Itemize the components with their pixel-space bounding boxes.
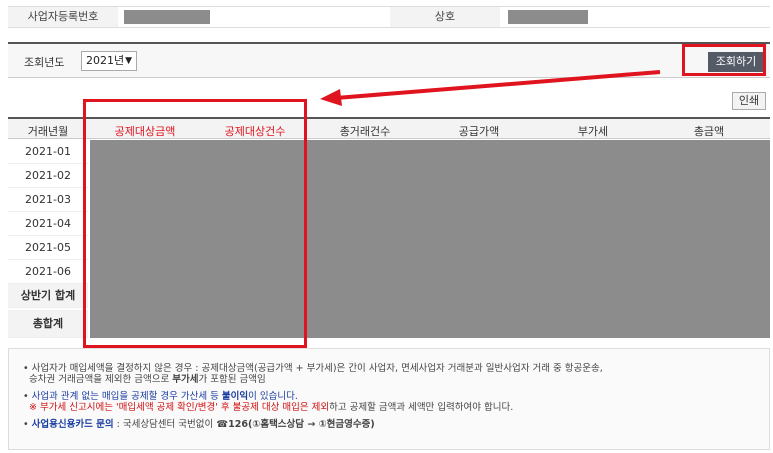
col-header-vat: 부가세: [577, 125, 609, 138]
notice-2-bold: 불이익: [221, 391, 249, 402]
col-header-total-count: 총거래건수: [339, 125, 391, 138]
notice-item-3: • 사업용신용카드 문의 : 국세상담센터 국번없이 ☎126(①홈택스상담 →…: [23, 419, 375, 430]
row-label: 2021-04: [8, 212, 88, 236]
print-button[interactable]: 인쇄: [732, 92, 766, 110]
arrow-head: [320, 89, 342, 106]
notice-3-text: 하고 공제할 금액과 세액만 입력하여야 합니다.: [329, 402, 514, 413]
notice-item-2: • 사업과 관계 없는 매입을 공제할 경우 가산세 등 불이익이 있습니다. …: [23, 391, 514, 413]
notice-3-red: ※ 부가세 신고시에는 '매입세액 공제 확인/변경' 후 불공제 대상 매입은…: [29, 402, 330, 413]
col-header-total: 총금액: [693, 125, 725, 138]
col-header-supply-value: 공급가액: [458, 125, 500, 138]
notice-1-tail: 가 포함된 금액임: [198, 374, 266, 385]
notice-item-1: • 사업자가 매입세액을 결정하지 않은 경우 : 공제대상금액(공급가액 + …: [23, 363, 603, 385]
notice-4-bold: 사업용신용카드 문의: [31, 419, 114, 430]
row-label: 2021-06: [8, 260, 88, 284]
col-header-month: 거래년월: [27, 125, 69, 138]
highlight-box-deductible-columns: [83, 99, 307, 348]
row-label: 2021-02: [8, 164, 88, 188]
notice-4-phone: ☎126(①홈택스상담 → ①현금영수증): [216, 419, 375, 430]
notice-4-text: : 국세상담센터 국번없이: [113, 419, 217, 430]
notice-box: • 사업자가 매입세액을 결정하지 않은 경우 : 공제대상금액(공급가액 + …: [8, 348, 770, 450]
arrow-line: [335, 70, 661, 100]
row-label-grand-total: 총합계: [8, 310, 88, 338]
row-label: 2021-01: [8, 140, 88, 164]
row-label: 2021-03: [8, 188, 88, 212]
notice-1-bold: 부가세: [172, 374, 199, 385]
notice-1-text-cont: 승차권 거래금액을 제외한 금액으로: [29, 374, 170, 385]
notice-2-text: 사업과 관계 없는 매입을 공제할 경우 가산세 등: [31, 391, 219, 402]
notice-1-text: 사업자가 매입세액을 결정하지 않은 경우 : 공제대상금액(공급가액 + 부가…: [31, 363, 603, 374]
row-label-half-year-total: 상반기 합계: [8, 284, 88, 308]
row-label: 2021-05: [8, 236, 88, 260]
notice-2-tail: 이 있습니다.: [248, 391, 298, 402]
